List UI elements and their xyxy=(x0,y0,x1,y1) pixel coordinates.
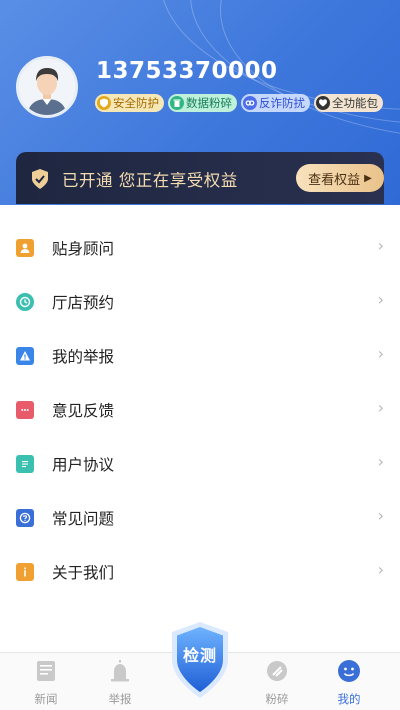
menu-item-feedback[interactable]: 意见反馈 › xyxy=(0,383,400,437)
chevron-right-icon: › xyxy=(377,344,384,363)
feature-badges: 安全防护 数据粉碎 反诈防扰 全功能包 xyxy=(95,94,383,112)
profile-header: 13753370000 安全防护 数据粉碎 反诈防扰 全功能包 已开通 您正在享… xyxy=(0,0,400,205)
view-benefits-label: 查看权益 xyxy=(308,172,361,188)
detect-button[interactable]: 检测 xyxy=(168,620,232,700)
tab-label: 我的 xyxy=(337,692,361,706)
heart-shield-icon xyxy=(316,96,330,110)
detect-label: 检测 xyxy=(182,646,217,665)
badge-label: 反诈防扰 xyxy=(259,96,305,110)
menu-item-label: 常见问题 xyxy=(52,510,115,528)
menu-item-about-us[interactable]: 关于我们 › xyxy=(0,545,400,599)
shred-icon xyxy=(267,661,287,681)
menu-item-store-booking[interactable]: 厅店预约 › xyxy=(0,275,400,329)
chevron-right-icon: › xyxy=(377,290,384,309)
badge-full-package[interactable]: 全功能包 xyxy=(314,94,383,112)
chevron-right-icon: › xyxy=(377,452,384,471)
view-benefits-button[interactable]: 查看权益 ▶ xyxy=(296,164,384,192)
menu-item-label: 意见反馈 xyxy=(52,402,115,420)
link-icon xyxy=(243,96,257,110)
avatar[interactable] xyxy=(16,56,78,118)
menu-item-label: 用户协议 xyxy=(52,456,115,474)
menu-item-my-reports[interactable]: 我的举报 › xyxy=(0,329,400,383)
badge-anti-fraud[interactable]: 反诈防扰 xyxy=(241,94,310,112)
feedback-icon xyxy=(16,401,34,419)
chevron-right-icon: › xyxy=(377,398,384,417)
vip-banner: 已开通 您正在享受权益 查看权益 ▶ xyxy=(16,152,384,204)
caret-right-icon: ▶ xyxy=(364,172,372,184)
tab-mine[interactable]: 我的 xyxy=(319,659,379,707)
avatar-person-icon xyxy=(19,59,75,115)
warning-icon xyxy=(16,347,34,365)
news-icon xyxy=(37,661,55,681)
alarm-icon xyxy=(111,660,129,682)
badge-security[interactable]: 安全防护 xyxy=(95,94,164,112)
menu-item-user-agreement[interactable]: 用户协议 › xyxy=(0,437,400,491)
gold-shield-check-icon xyxy=(32,169,48,189)
question-icon xyxy=(16,509,34,527)
menu-item-advisor[interactable]: 贴身顾问 › xyxy=(0,221,400,275)
document-icon xyxy=(16,455,34,473)
badge-data-shred[interactable]: 数据粉碎 xyxy=(168,94,237,112)
info-icon xyxy=(16,563,34,581)
chevron-right-icon: › xyxy=(377,236,384,255)
badge-label: 数据粉碎 xyxy=(186,96,232,110)
shield-icon xyxy=(97,96,111,110)
menu-item-label: 我的举报 xyxy=(52,348,115,366)
advisor-icon xyxy=(16,239,34,257)
tab-news[interactable]: 新闻 xyxy=(16,659,76,707)
menu-item-label: 贴身顾问 xyxy=(52,240,115,258)
profile-face-icon xyxy=(338,660,360,682)
chevron-right-icon: › xyxy=(377,506,384,525)
menu-item-label: 关于我们 xyxy=(52,564,115,582)
menu-item-label: 厅店预约 xyxy=(52,294,115,312)
menu-item-faq[interactable]: 常见问题 › xyxy=(0,491,400,545)
trash-icon xyxy=(170,96,184,110)
phone-number: 13753370000 xyxy=(96,58,278,84)
vip-status-text: 已开通 您正在享受权益 xyxy=(62,171,238,190)
tab-label: 新闻 xyxy=(34,692,58,706)
tab-report[interactable]: 举报 xyxy=(90,659,150,707)
tab-label: 举报 xyxy=(108,692,132,706)
settings-menu: 贴身顾问 › 厅店预约 › 我的举报 › 意见反馈 › 用户协议 › 常见问题 … xyxy=(0,205,400,599)
tab-shred[interactable]: 粉碎 xyxy=(247,659,307,707)
badge-label: 全功能包 xyxy=(332,96,378,110)
tab-label: 粉碎 xyxy=(265,692,289,706)
clock-icon xyxy=(16,293,34,311)
chevron-right-icon: › xyxy=(377,560,384,579)
badge-label: 安全防护 xyxy=(113,96,159,110)
